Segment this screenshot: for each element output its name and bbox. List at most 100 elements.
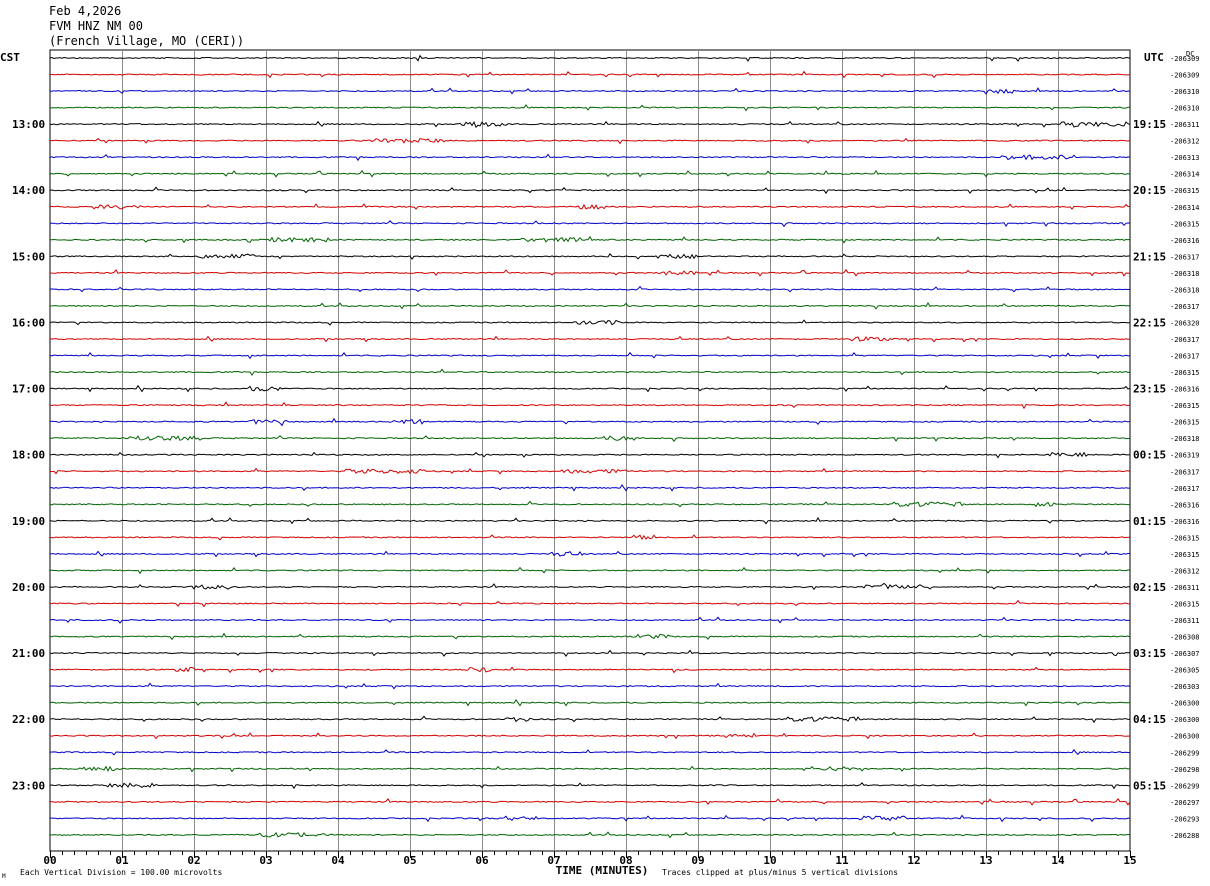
dc-offset-label: -206315: [1170, 534, 1200, 542]
seismic-trace: [49, 169, 1131, 178]
seismic-trace: [49, 384, 1131, 393]
dc-offset-label: -206297: [1170, 799, 1200, 807]
dc-offset-label: -206312: [1170, 567, 1200, 575]
dc-offset-label: -206316: [1170, 518, 1200, 526]
seismic-trace: [50, 220, 1131, 228]
dc-offset-label: -206315: [1170, 551, 1200, 559]
seismic-trace: [49, 186, 1131, 195]
utc-hour-label: 01:15: [1133, 515, 1166, 528]
utc-hour-label: 02:15: [1133, 581, 1166, 594]
x-tick-label: 06: [475, 854, 489, 867]
dc-offset-label: -206315: [1170, 220, 1200, 228]
utc-hour-label: 03:15: [1133, 647, 1166, 660]
seismic-trace: [49, 335, 1131, 343]
seismic-trace: [49, 765, 1131, 773]
x-tick-label: 11: [835, 854, 849, 867]
x-tick-label: 10: [763, 854, 776, 867]
dc-offset-label: -206313: [1170, 154, 1200, 162]
seismic-trace: [49, 54, 1131, 62]
seismic-trace: [49, 616, 1131, 624]
seismic-trace: [49, 566, 1131, 575]
cst-hour-label: 20:00: [12, 581, 45, 594]
seismic-trace: [49, 814, 1131, 823]
dc-offset-label: -206317: [1170, 468, 1200, 476]
seismic-trace: [49, 269, 1131, 277]
dc-offset-label: -206315: [1170, 419, 1200, 427]
dc-offset-label: -206317: [1170, 303, 1200, 311]
x-axis-title: TIME (MINUTES): [556, 864, 649, 877]
seismic-trace: [49, 451, 1131, 459]
x-tick-label: 00: [43, 854, 56, 867]
x-tick-label: 15: [1123, 854, 1136, 867]
dc-offset-label: -206317: [1170, 485, 1200, 493]
dc-offset-label: -206317: [1170, 336, 1200, 344]
seismic-trace: [49, 153, 1131, 162]
helicorder-plot: CST UTC DC13:0014:0015:0016:0017:0018:0019…: [0, 49, 1200, 880]
seismic-trace: [49, 87, 1131, 95]
vertical-scale-note: Each Vertical Division = 100.00 microvol…: [20, 868, 222, 877]
x-tick-label: 05: [403, 854, 416, 867]
cst-hour-label: 16:00: [12, 316, 45, 329]
dc-offset-label: -206303: [1170, 683, 1200, 691]
cst-hour-label: 21:00: [12, 647, 45, 660]
dc-offset-label: -206318: [1170, 270, 1200, 278]
dc-offset-label: -206318: [1170, 286, 1200, 294]
seismic-trace: [49, 516, 1131, 525]
x-tick-label: 14: [1051, 854, 1065, 867]
dc-offset-label: -206315: [1170, 402, 1200, 410]
dc-offset-label: -206300: [1170, 733, 1200, 741]
utc-hour-label: 05:15: [1133, 779, 1166, 792]
dc-offset-label: -206299: [1170, 782, 1200, 790]
dc-offset-label: -206309: [1170, 55, 1200, 63]
dc-offset-label: -206310: [1170, 105, 1200, 113]
utc-hour-label: 00:15: [1133, 449, 1166, 462]
x-tick-label: 09: [691, 854, 704, 867]
dc-offset-label: -206300: [1170, 700, 1200, 708]
x-tick-label: 04: [331, 854, 345, 867]
x-tick-label: 02: [187, 854, 200, 867]
dc-offset-label: -206309: [1170, 72, 1200, 80]
seismic-trace: [50, 434, 1131, 443]
x-tick-label: 13: [979, 854, 992, 867]
seismic-trace: [49, 252, 1130, 260]
cst-hour-label: 17:00: [12, 383, 45, 396]
seismic-trace: [49, 831, 1131, 839]
seismic-trace: [49, 235, 1131, 244]
seismic-trace: [49, 500, 1130, 508]
seismic-trace: [49, 104, 1131, 112]
cst-hour-label: 15:00: [12, 250, 45, 263]
seismic-trace: [49, 582, 1131, 591]
dc-offset-label: -206315: [1170, 369, 1200, 377]
dc-offset-label: -206293: [1170, 815, 1200, 823]
utc-zone-label: UTC: [1144, 51, 1164, 64]
dc-offset-label: -206299: [1170, 749, 1200, 757]
dc-offset-label: -206308: [1170, 634, 1200, 642]
dc-offset-label: -206305: [1170, 667, 1200, 675]
seismic-trace: [49, 715, 1131, 724]
cst-hour-label: 22:00: [12, 713, 45, 726]
dc-offset-label: -206311: [1170, 121, 1200, 129]
seismic-trace: [49, 550, 1131, 558]
seismic-trace: [49, 732, 1131, 740]
seismic-trace: [49, 120, 1131, 129]
dc-offset-label: -206288: [1170, 832, 1200, 840]
seismic-trace: [49, 285, 1131, 293]
seismic-trace: [49, 682, 1131, 690]
seismic-trace: [49, 467, 1131, 475]
seismic-trace: [49, 137, 1131, 145]
dc-offset-label: -206316: [1170, 501, 1200, 509]
dc-offset-label: -206311: [1170, 617, 1200, 625]
dc-offset-label: -206312: [1170, 138, 1200, 146]
utc-hour-label: 21:15: [1133, 250, 1166, 263]
dc-offset-label: -206298: [1170, 766, 1200, 774]
seismic-trace: [49, 534, 1131, 541]
dc-offset-label: -206307: [1170, 650, 1200, 658]
seismic-trace: [49, 599, 1130, 608]
dc-offset-label: -206317: [1170, 253, 1200, 261]
dc-offset-label: -206318: [1170, 435, 1200, 443]
dc-offset-label: -206310: [1170, 88, 1200, 96]
cst-hour-label: 13:00: [12, 118, 45, 131]
dc-offset-label: -206316: [1170, 237, 1200, 245]
plot-frame: [49, 49, 1131, 852]
seismic-trace: [50, 70, 1131, 79]
